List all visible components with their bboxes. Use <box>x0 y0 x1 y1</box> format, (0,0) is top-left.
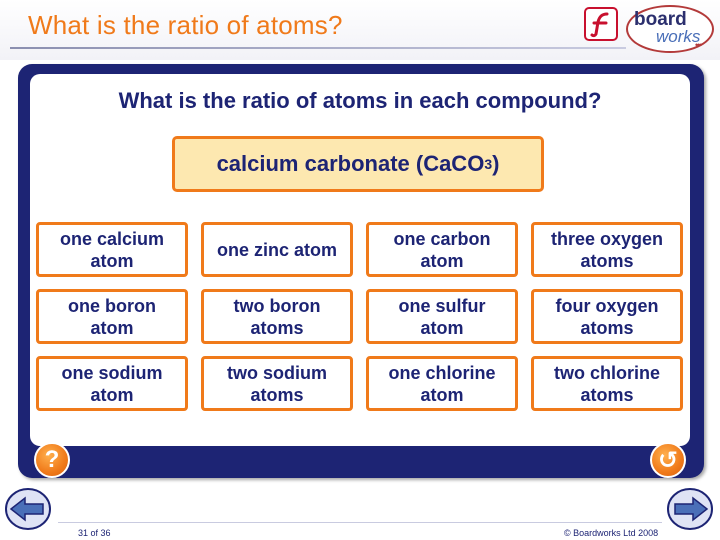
option-one-chlorine-atom[interactable]: one chlorine atom <box>366 356 518 411</box>
logo-dots: ••• <box>695 40 703 50</box>
boardworks-logo: board works ••• <box>626 5 718 57</box>
flash-icon <box>584 7 618 41</box>
option-two-chlorine-atoms[interactable]: two chlorine atoms <box>531 356 683 411</box>
logo-text-bottom: works <box>656 27 701 46</box>
copyright-text: © Boardworks Ltd 2008 <box>564 528 659 538</box>
activity-panel: What is the ratio of atoms in each compo… <box>18 64 704 478</box>
compound-subscript: 3 <box>484 156 493 172</box>
page-title: What is the ratio of atoms? <box>28 10 343 40</box>
help-icon: ? <box>44 446 60 473</box>
option-two-boron-atoms[interactable]: two boron atoms <box>201 289 353 344</box>
option-one-sodium-atom[interactable]: one sodium atom <box>36 356 188 411</box>
option-one-carbon-atom[interactable]: one carbon atom <box>366 222 518 277</box>
option-one-zinc-atom[interactable]: one zinc atom <box>201 222 353 277</box>
option-one-calcium-atom[interactable]: one calcium atom <box>36 222 188 277</box>
header-divider <box>10 47 626 49</box>
compound-box: calcium carbonate (CaCO 3) <box>172 136 544 192</box>
question-heading: What is the ratio of atoms in each compo… <box>118 88 602 113</box>
compound-name: calcium carbonate (CaCO <box>216 151 485 176</box>
option-one-boron-atom[interactable]: one boron atom <box>36 289 188 344</box>
option-two-sodium-atoms[interactable]: two sodium atoms <box>201 356 353 411</box>
activity-content: What is the ratio of atoms in each compo… <box>30 74 690 446</box>
next-slide-button[interactable] <box>665 486 715 532</box>
help-button[interactable]: ? <box>34 442 70 478</box>
slide-counter: 31 of 36 <box>78 528 111 538</box>
header-bar: What is the ratio of atoms? board works … <box>0 0 720 60</box>
footer-divider <box>58 522 662 523</box>
compound-close: ) <box>492 151 500 176</box>
previous-slide-button[interactable] <box>3 486 53 532</box>
option-three-oxygen-atoms[interactable]: three oxygen atoms <box>531 222 683 277</box>
reset-icon: ↺ <box>657 446 679 474</box>
option-one-sulfur-atom[interactable]: one sulfur atom <box>366 289 518 344</box>
option-four-oxygen-atoms[interactable]: four oxygen atoms <box>531 289 683 344</box>
reset-button[interactable]: ↺ <box>650 442 686 478</box>
